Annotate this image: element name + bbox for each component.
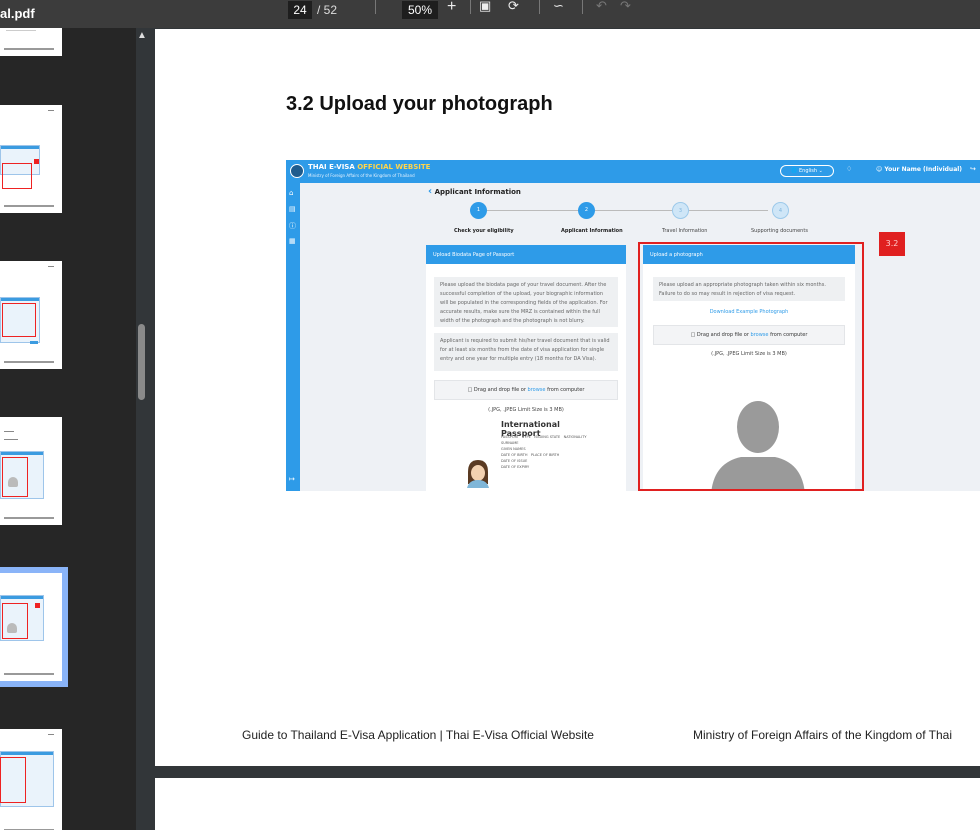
zoom-in-button[interactable]: + [447,0,456,16]
footer-right: Ministry of Foreign Affairs of the Kingd… [693,728,953,742]
expand-icon: ↦ [289,475,295,483]
back-link: ‹ Applicant Information [428,186,521,197]
passport-fields: PASSPORT TYPE ISSUING STATE NATIONALITY S… [501,435,587,469]
redo-icon[interactable]: ↷ [620,0,631,14]
user-label: ☺ Your Name (Individual) [876,166,963,173]
passport-upload-panel: Upload Biodata Page of Passport Please u… [426,245,626,491]
page-total: / 52 [317,3,338,17]
site-header: THAI E-VISA OFFICIAL WEBSITE Ministry of… [286,160,980,183]
toolbar-divider [582,0,583,14]
toolbar-divider [539,0,540,14]
progress-steps: 1 2 3 4 Check your eligibility Applicant… [426,200,846,238]
page-thumbnail[interactable] [0,261,62,369]
passport-example: International Passport PASSPORT TYPE ISS… [461,420,601,490]
page-number-input[interactable]: 24 [288,1,312,19]
step-label: Applicant Information [561,228,623,234]
embedded-screenshot: THAI E-VISA OFFICIAL WEBSITE Ministry of… [286,160,980,491]
scroll-up-icon[interactable]: ▲ [137,30,147,41]
language-selector: 🌐 English ⌄ [780,165,834,177]
ministry-seal-icon [290,164,304,178]
site-subtitle: Ministry of Foreign Affairs of the Kingd… [308,173,415,178]
highlight-box [638,242,864,491]
callout-badge: 3.2 [879,232,905,256]
section-heading: 3.2 Upload your photograph [286,93,553,115]
fit-page-icon[interactable]: ▣ [479,0,491,14]
step-label: Check your eligibility [454,228,514,234]
undo-icon[interactable]: ↶ [596,0,607,14]
site-side-nav: ⌂ ▤ ⓘ ▦ ↦ [286,183,300,491]
info-icon: ⓘ [289,222,296,230]
page-thumbnail[interactable] [0,105,62,213]
document-icon: ▤ [289,205,296,213]
step-label: Travel Information [662,228,708,234]
size-limit: (.JPG, .JPEG Limit Size is 3 MB) [488,407,564,413]
draw-icon[interactable]: ∽ [553,0,564,14]
passport-face-icon [467,460,489,488]
scrollbar-thumb[interactable] [138,324,145,400]
instruction-text: Please upload the biodata page of your t… [434,277,618,327]
page-thumbnail[interactable] [0,417,62,525]
file-name: al.pdf [0,6,35,21]
step-label: Supporting documents [751,228,808,234]
page-thumbnail[interactable] [0,729,62,830]
zoom-input[interactable]: 50% [402,1,438,19]
logout-icon: ↪ [970,165,976,173]
toolbar-divider [470,0,471,14]
page-thumbnail-selected[interactable] [0,567,68,687]
validity-text: Applicant is required to submit his/her … [434,333,618,371]
step-4: 4 [772,202,789,219]
step-3: 3 [672,202,689,219]
bell-icon: ♢ [846,165,853,173]
pdf-toolbar: al.pdf 24 / 52 50% + ▣ ⟳ ∽ ↶ ↷ [0,0,980,28]
step-2: 2 [578,202,595,219]
file-icon: ▦ [289,237,296,245]
rotate-icon[interactable]: ⟳ [508,0,519,14]
drop-zone: □ Drag and drop file or browse from comp… [434,380,618,400]
step-1: 1 [470,202,487,219]
home-icon: ⌂ [289,189,294,197]
page-thumbnail[interactable] [0,28,62,56]
thumbnail-sidebar [0,28,136,830]
panel-title: Upload Biodata Page of Passport [426,245,626,264]
footer-left: Guide to Thailand E-Visa Application | T… [242,728,594,742]
pdf-page: 3.2 Upload your photograph THAI E-VISA O… [155,29,980,766]
toolbar-divider [375,0,376,14]
site-title: THAI E-VISA OFFICIAL WEBSITE [308,163,431,171]
next-pdf-page [155,778,980,830]
sidebar-scrollbar[interactable]: ▲ [136,28,148,830]
